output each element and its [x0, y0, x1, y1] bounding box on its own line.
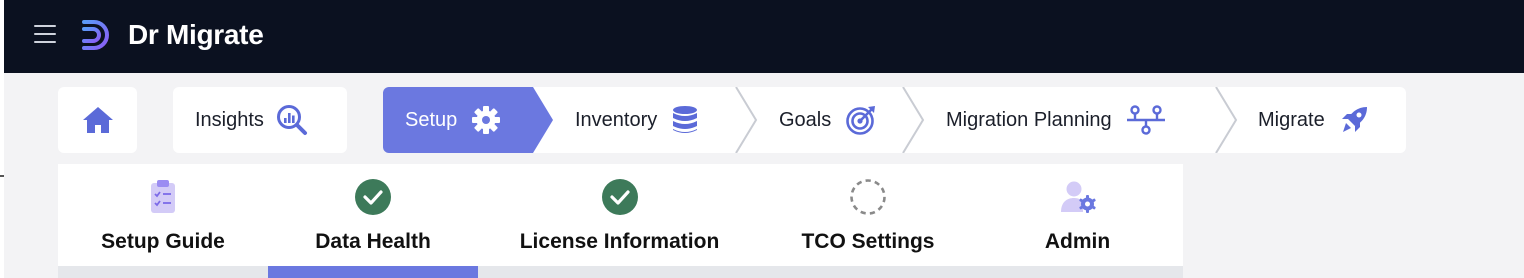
check-circle-icon [601, 179, 638, 215]
steps-background [383, 87, 1406, 153]
step-migration-planning[interactable]: Migration Planning [946, 87, 1166, 153]
step-inventory-label: Inventory [575, 108, 658, 131]
step-setup[interactable]: Setup [405, 87, 501, 153]
step-goals-label: Goals [779, 108, 832, 131]
step-setup-label: Setup [405, 108, 458, 131]
active-tab-indicator [268, 266, 478, 278]
tab-license-information[interactable]: License Information [478, 164, 761, 266]
menu-icon[interactable] [34, 25, 56, 43]
tab-license-information-label: License Information [519, 230, 720, 253]
user-gear-icon [1060, 181, 1096, 213]
tab-admin[interactable]: Admin [975, 164, 1180, 266]
insights-label: Insights [195, 108, 264, 131]
step-inventory[interactable]: Inventory [575, 87, 699, 153]
tab-data-health[interactable]: Data Health [268, 164, 478, 266]
tab-admin-label: Admin [1044, 230, 1111, 253]
step-migrate-label: Migrate [1258, 108, 1325, 131]
step-migrate[interactable]: Migrate [1258, 87, 1369, 153]
app-title: Dr Migrate [128, 19, 264, 50]
step-goals[interactable]: Goals [779, 87, 877, 153]
home-icon [82, 107, 113, 133]
tab-data-health-label: Data Health [315, 230, 431, 253]
target-icon [846, 106, 876, 135]
setup-tabs: Setup Guide Data Health License Informat… [58, 164, 1183, 278]
magnifier-chart-icon [276, 105, 307, 135]
network-icon [1126, 105, 1165, 135]
tabs-track [58, 266, 1183, 278]
dashed-circle-icon [850, 179, 886, 215]
database-icon [673, 106, 698, 133]
tab-setup-guide-label: Setup Guide [101, 230, 225, 253]
gear-icon [472, 106, 501, 134]
tab-tco-settings[interactable]: TCO Settings [761, 164, 975, 266]
tab-setup-guide[interactable]: Setup Guide [58, 164, 268, 266]
logo-icon [82, 20, 109, 50]
step-migration-planning-label: Migration Planning [946, 108, 1112, 131]
clipboard-checklist-icon [151, 180, 175, 213]
check-circle-icon [355, 179, 391, 215]
insights-button[interactable]: Insights [173, 87, 347, 153]
rocket-icon [1341, 107, 1367, 132]
top-bar: Dr Migrate [4, 0, 1524, 73]
home-button[interactable] [58, 87, 137, 153]
workflow-steps: Setup Inventory Goals Migration Planning… [383, 87, 1406, 153]
tab-tco-settings-label: TCO Settings [801, 230, 935, 253]
